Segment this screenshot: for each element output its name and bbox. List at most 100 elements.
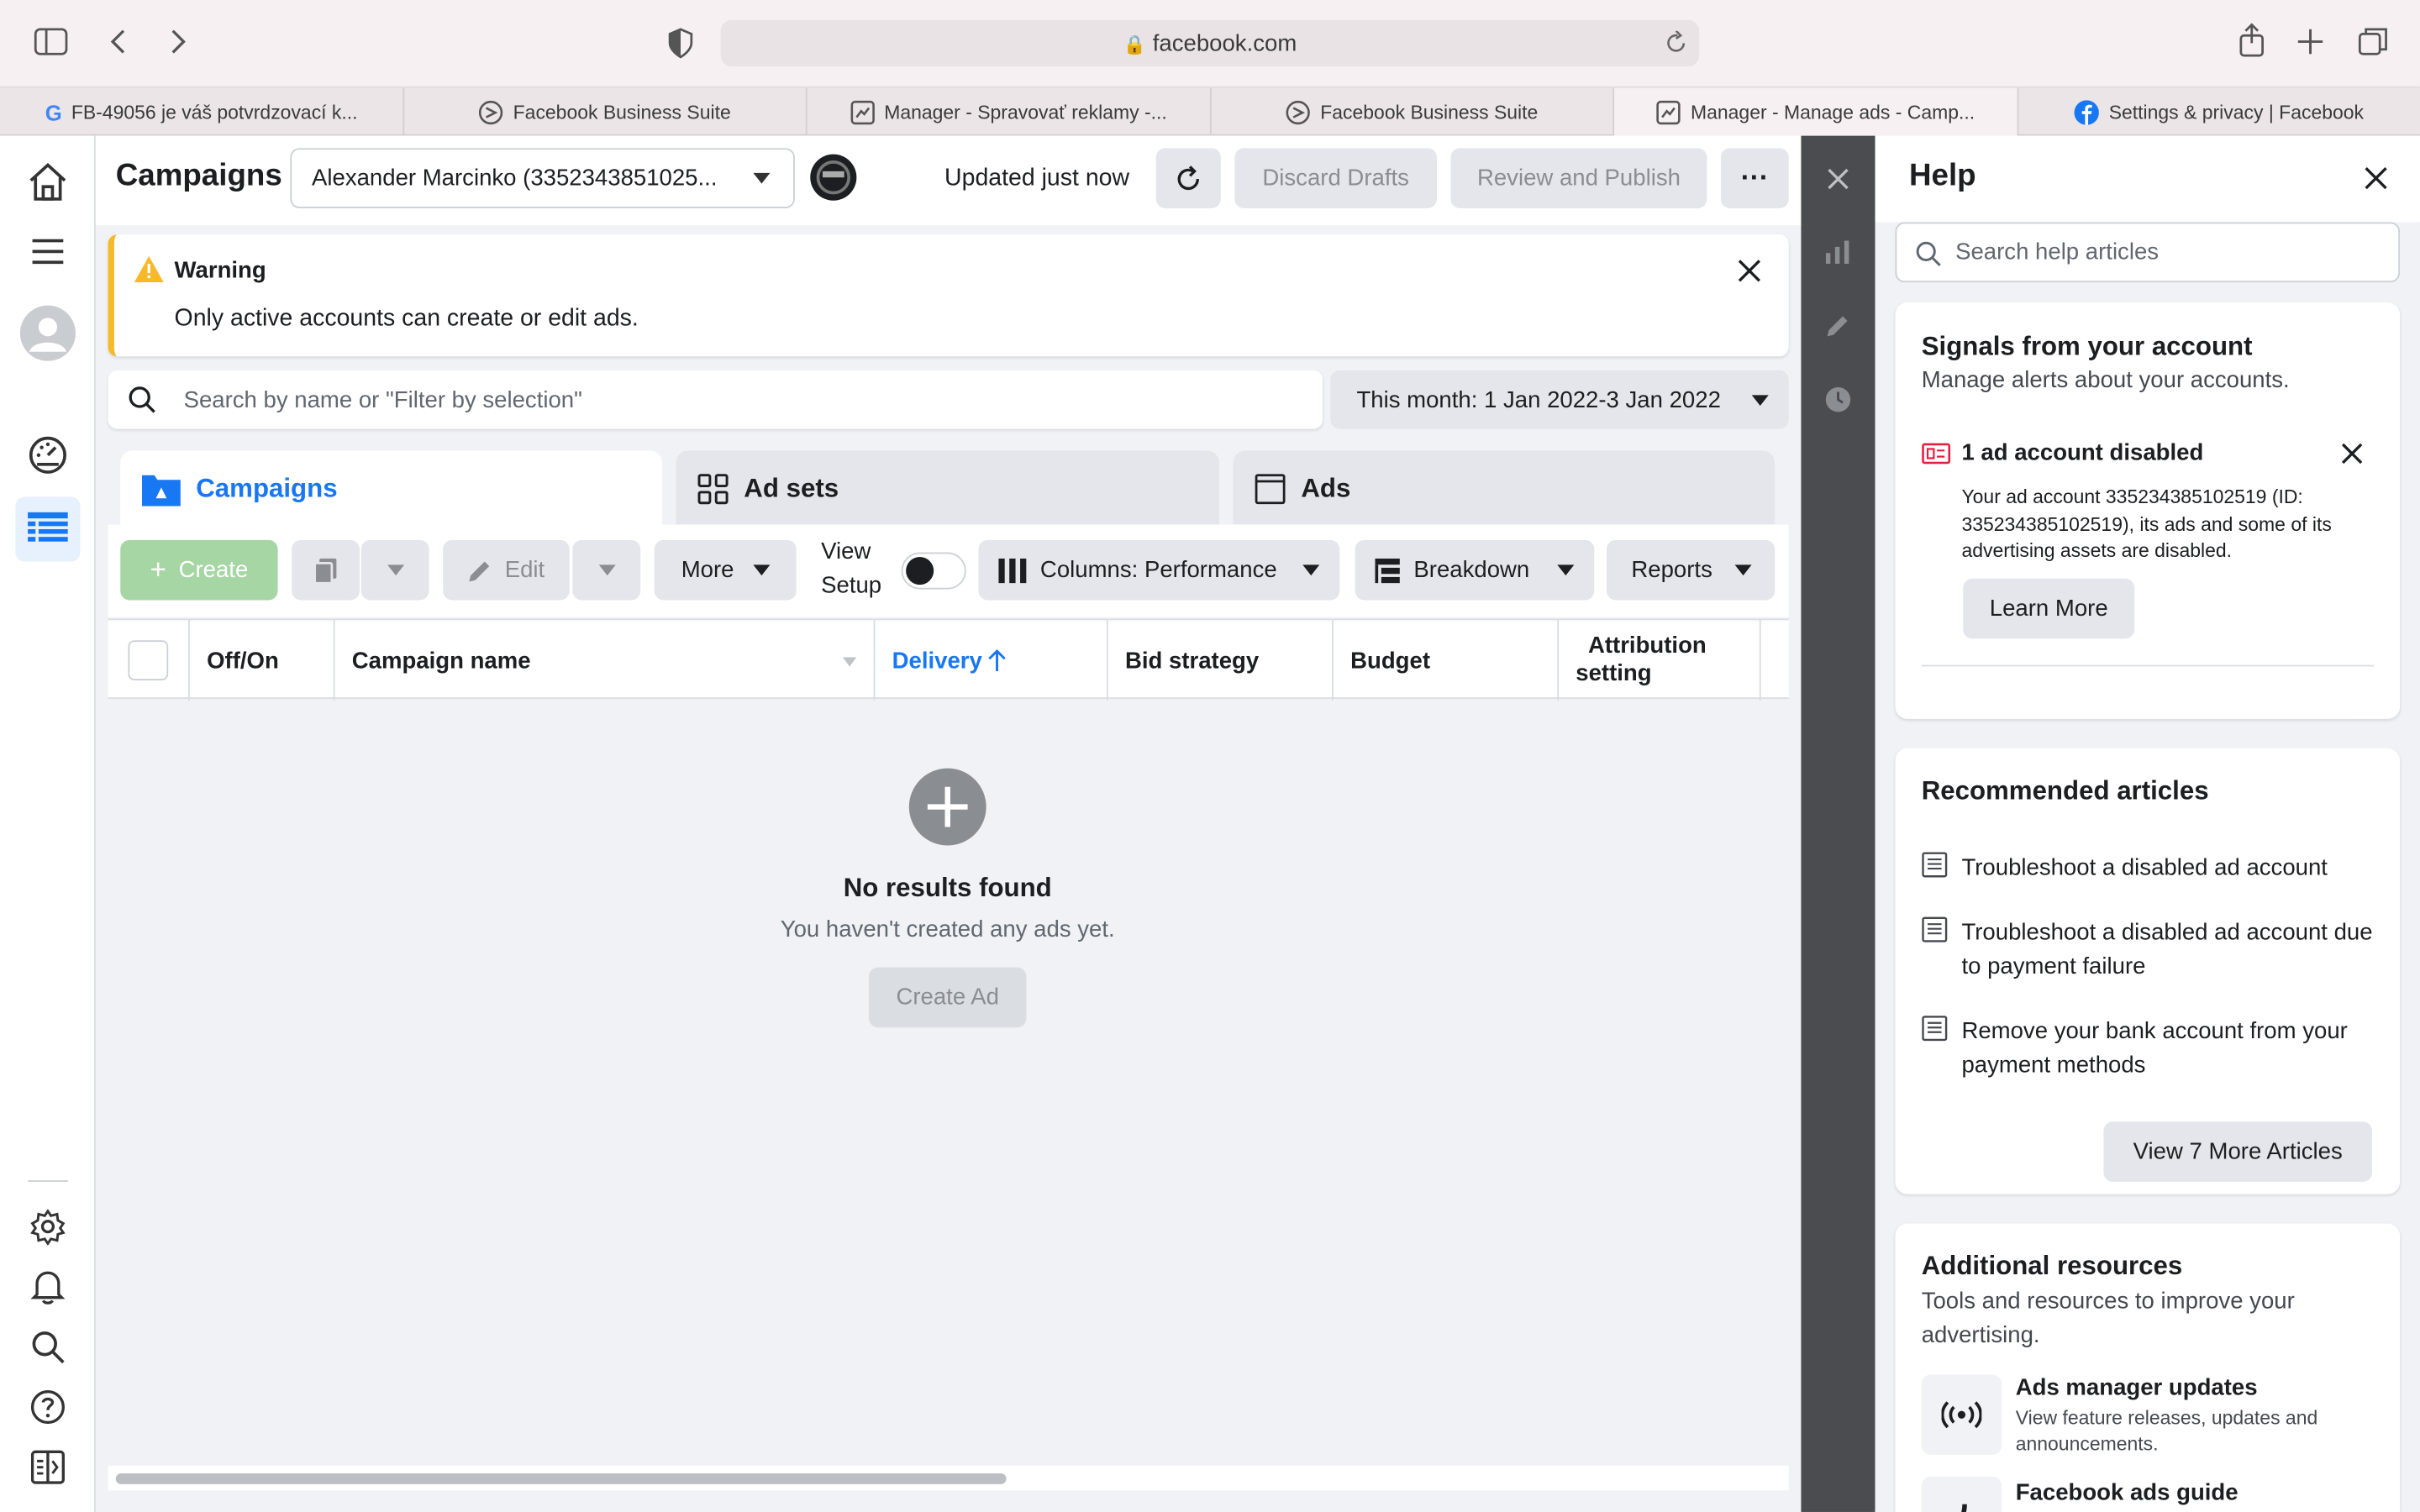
help-icon[interactable] xyxy=(15,1374,80,1439)
column-header-campaign-name[interactable]: Campaign name xyxy=(335,620,876,701)
account-avatar[interactable] xyxy=(808,153,858,202)
tab-strip: G FB-49056 je váš potvrdzovací k... Face… xyxy=(0,87,2420,136)
select-all-checkbox[interactable] xyxy=(128,640,169,680)
card-divider xyxy=(1921,664,2374,667)
ellipsis-icon[interactable]: ··· xyxy=(1720,148,1789,208)
forward-icon[interactable] xyxy=(166,26,188,57)
tab-campaigns[interactable]: Campaigns xyxy=(120,450,662,528)
article-icon xyxy=(1922,852,1948,878)
menu-icon[interactable] xyxy=(15,219,80,284)
close-icon[interactable] xyxy=(1738,260,1761,283)
address-bar[interactable]: 🔒 facebook.com xyxy=(720,19,1700,66)
recommended-title: Recommended articles xyxy=(1921,775,2209,806)
duplicate-icon xyxy=(313,557,337,584)
business-suite-icon xyxy=(479,100,504,124)
edit-button[interactable]: Edit xyxy=(443,539,570,601)
horizontal-scrollbar-thumb[interactable] xyxy=(115,1473,1007,1484)
chevron-down-icon xyxy=(387,564,404,576)
tab-item[interactable]: Facebook Business Suite xyxy=(404,87,808,136)
browser-toolbar: 🔒 facebook.com xyxy=(0,0,2420,88)
column-header-attribution-setting[interactable]: Attribution setting xyxy=(1559,620,1761,701)
breakdown-button[interactable]: Breakdown xyxy=(1355,539,1595,601)
add-circle-icon xyxy=(908,767,988,848)
new-tab-icon[interactable] xyxy=(2296,28,2324,55)
dashboard-gauge-icon[interactable] xyxy=(15,423,80,487)
column-header-off-on[interactable]: Off/On xyxy=(190,620,335,701)
folder-icon xyxy=(141,475,181,507)
dismiss-alert-icon[interactable] xyxy=(2341,443,2363,465)
create-button[interactable]: + Create xyxy=(120,539,278,601)
clock-icon[interactable] xyxy=(1824,386,1852,413)
duplicate-button[interactable] xyxy=(292,539,360,601)
close-icon[interactable] xyxy=(2365,166,2388,190)
tab-ad-sets[interactable]: Ad sets xyxy=(676,450,1219,528)
signals-title: Signals from your account xyxy=(1921,331,2253,361)
bar-chart-icon[interactable] xyxy=(1825,239,1850,265)
breakdown-icon xyxy=(1375,557,1400,583)
disabled-account-icon xyxy=(1922,443,1951,465)
review-publish-button[interactable]: Review and Publish xyxy=(1450,148,1707,208)
reload-icon[interactable] xyxy=(1665,30,1687,55)
recommended-articles-card: Recommended articles Troubleshoot a disa… xyxy=(1895,748,2401,1194)
search-icon[interactable] xyxy=(15,1315,80,1379)
actions-toolbar: + Create Edit More View Setup Columns: P… xyxy=(108,524,1789,617)
sort-icon xyxy=(842,657,857,667)
tab-item[interactable]: G FB-49056 je váš potvrdzovací k... xyxy=(0,87,405,136)
account-selector[interactable]: Alexander Marcinko (3352343851025... xyxy=(290,148,795,208)
home-icon[interactable] xyxy=(15,150,80,214)
ads-manager-table-icon[interactable] xyxy=(15,496,81,562)
article-link[interactable]: Troubleshoot a disabled ad account due t… xyxy=(1922,916,2373,979)
date-range-label: This month: 1 Jan 2022-3 Jan 2022 xyxy=(1356,386,1721,413)
resource-title[interactable]: Facebook ads guide xyxy=(2016,1479,2238,1505)
chevron-down-icon xyxy=(753,172,771,184)
edit-dropdown[interactable] xyxy=(572,539,641,601)
column-header-bid-strategy[interactable]: Bid strategy xyxy=(1108,620,1334,701)
view-setup-toggle[interactable] xyxy=(901,552,966,590)
tab-item[interactable]: Facebook Business Suite xyxy=(1212,87,1615,136)
sidebar-toggle-icon[interactable] xyxy=(34,28,68,55)
column-header-budget[interactable]: Budget xyxy=(1334,620,1560,701)
chevron-down-icon xyxy=(597,564,615,576)
resource-title[interactable]: Ads manager updates xyxy=(2016,1374,2258,1400)
tab-item[interactable]: Manager - Spravovať reklamy -... xyxy=(808,87,1212,136)
article-link[interactable]: Remove your bank account from your payme… xyxy=(1922,1016,2348,1079)
warning-banner: Warning Only active accounts can create … xyxy=(108,234,1789,357)
chevron-down-icon xyxy=(1751,395,1769,407)
guide-icon xyxy=(1921,1476,2002,1512)
shield-icon[interactable] xyxy=(668,28,693,59)
left-navigation xyxy=(0,135,96,1512)
tab-item-active[interactable]: Manager - Manage ads - Camp... xyxy=(1614,87,2019,136)
article-link[interactable]: Troubleshoot a disabled ad account xyxy=(1922,852,2328,881)
view-more-articles-button[interactable]: View 7 More Articles xyxy=(2103,1121,2373,1182)
discard-drafts-button[interactable]: Discard Drafts xyxy=(1234,148,1437,208)
report-panel-icon[interactable] xyxy=(15,1435,80,1499)
close-panel-icon[interactable] xyxy=(1828,168,1849,190)
warning-title: Warning xyxy=(174,257,266,284)
tab-item[interactable]: Settings & privacy | Facebook xyxy=(2018,88,2420,136)
help-panel: Help Search help articles Signals from y… xyxy=(1875,135,2420,1512)
learn-more-button[interactable]: Learn More xyxy=(1963,578,2135,639)
more-button[interactable]: More xyxy=(654,539,797,601)
refresh-button[interactable] xyxy=(1155,148,1221,208)
column-header-delivery[interactable]: Delivery xyxy=(875,620,1108,701)
back-icon[interactable] xyxy=(108,26,130,57)
tab-ads[interactable]: Ads xyxy=(1233,450,1776,528)
panel-strip xyxy=(1801,135,1876,1512)
date-range-picker[interactable]: This month: 1 Jan 2022-3 Jan 2022 xyxy=(1330,370,1789,429)
duplicate-dropdown[interactable] xyxy=(360,539,429,601)
tab-overview-icon[interactable] xyxy=(2358,26,2389,57)
table-header: Off/On Campaign name Delivery Bid strate… xyxy=(108,618,1789,701)
signals-subtitle: Manage alerts about your accounts. xyxy=(1921,367,2290,394)
bell-icon[interactable] xyxy=(15,1254,80,1319)
search-input[interactable]: Search by name or "Filter by selection" xyxy=(184,387,582,413)
facebook-icon xyxy=(2075,99,2100,124)
gear-icon[interactable] xyxy=(15,1194,80,1259)
help-search-input[interactable]: Search help articles xyxy=(1895,222,2401,283)
share-icon[interactable] xyxy=(2238,23,2265,57)
create-ad-button[interactable]: Create Ad xyxy=(869,967,1027,1028)
campaign-search[interactable]: Search by name or "Filter by selection" xyxy=(108,370,1323,429)
pencil-icon[interactable] xyxy=(1826,313,1850,338)
reports-button[interactable]: Reports xyxy=(1607,539,1776,601)
avatar[interactable] xyxy=(15,301,80,365)
columns-button[interactable]: Columns: Performance xyxy=(978,539,1340,601)
